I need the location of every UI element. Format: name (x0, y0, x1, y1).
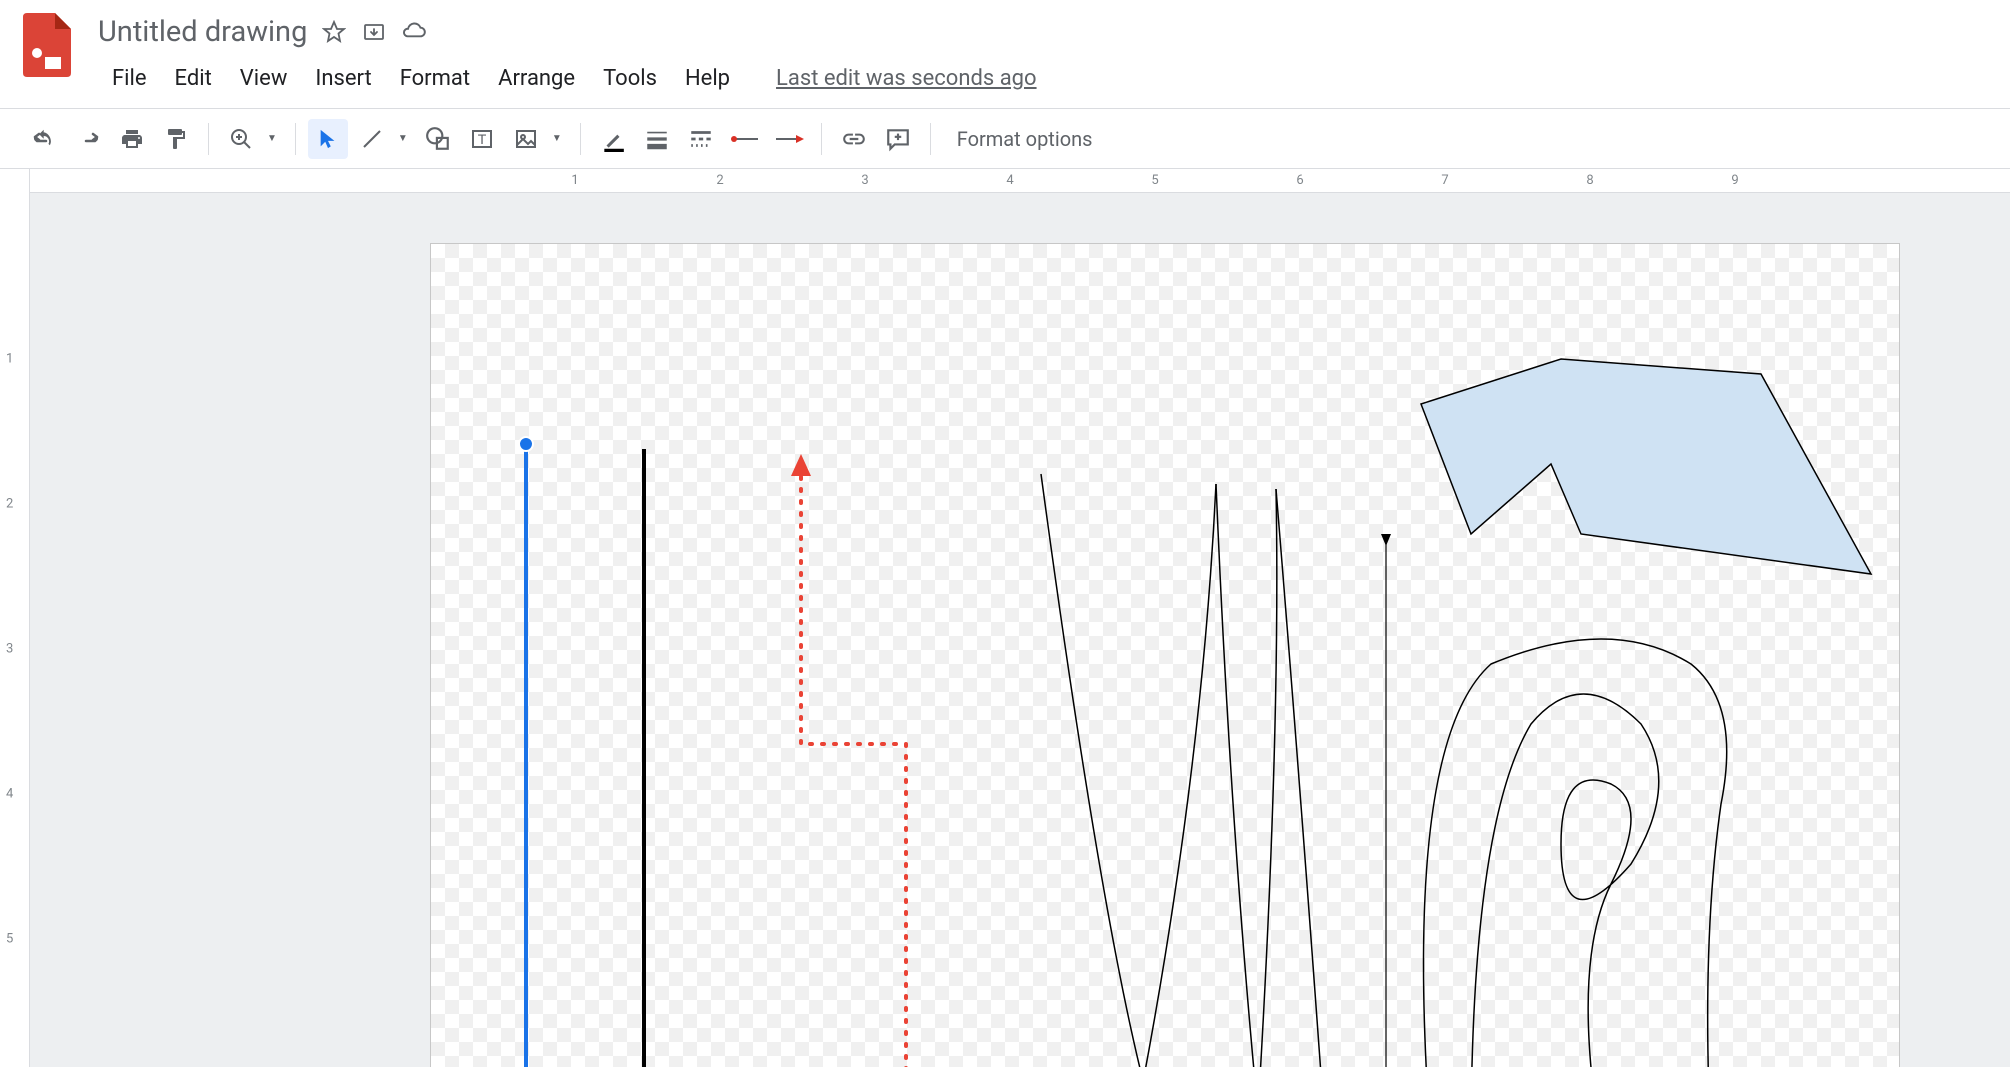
menu-format[interactable]: Format (386, 60, 484, 97)
zoom-dropdown-icon[interactable]: ▼ (261, 133, 283, 144)
drawing-content[interactable] (431, 244, 1901, 1067)
curve-shape[interactable] (1256, 489, 1277, 1067)
paint-format-button[interactable] (156, 119, 196, 159)
line-dash-button[interactable] (681, 119, 721, 159)
textbox-tool[interactable]: T (462, 119, 502, 159)
image-tool[interactable]: ▼ (506, 119, 568, 159)
workspace: 1 2 3 4 5 1 2 3 4 5 6 7 8 9 (0, 169, 2010, 1067)
menu-insert[interactable]: Insert (301, 60, 385, 97)
undo-button[interactable] (24, 119, 64, 159)
ruler-v-label: 3 (6, 642, 13, 657)
ruler-h-label: 2 (716, 173, 723, 188)
ruler-h-label: 9 (1731, 173, 1738, 188)
document-title[interactable]: Untitled drawing (98, 15, 307, 49)
toolbar-separator (295, 123, 296, 155)
canvas-scroll[interactable] (30, 193, 2010, 1067)
insert-comment-button[interactable] (878, 119, 918, 159)
polygon-shape[interactable] (1421, 359, 1871, 574)
zoom-icon[interactable] (221, 119, 261, 159)
ruler-v-label: 2 (6, 497, 13, 512)
line-icon[interactable] (352, 119, 392, 159)
ruler-v-label: 1 (6, 352, 13, 367)
insert-link-button[interactable] (834, 119, 874, 159)
line-end-button[interactable] (769, 119, 809, 159)
vertical-ruler: 1 2 3 4 5 (0, 169, 30, 1067)
cloud-icon[interactable] (401, 19, 427, 45)
star-icon[interactable] (321, 19, 347, 45)
scribble-shape[interactable] (1424, 639, 1727, 1067)
header: Untitled drawing File Edit View Insert F… (0, 0, 2010, 88)
ruler-h-label: 3 (861, 173, 868, 188)
toolbar-separator (580, 123, 581, 155)
toolbar-separator (208, 123, 209, 155)
svg-text:T: T (478, 131, 487, 147)
center-area: 1 2 3 4 5 6 7 8 9 (30, 169, 2010, 1067)
ruler-v-label: 5 (6, 932, 13, 947)
ruler-h-label: 4 (1006, 173, 1013, 188)
selection-handle[interactable] (519, 437, 533, 451)
line-tool[interactable]: ▼ (352, 119, 414, 159)
menubar: File Edit View Insert Format Arrange Too… (98, 60, 1037, 97)
format-options-button[interactable]: Format options (943, 121, 1107, 157)
ruler-h-label: 6 (1296, 173, 1303, 188)
title-area: Untitled drawing File Edit View Insert F… (98, 10, 1037, 97)
menu-tools[interactable]: Tools (589, 60, 671, 97)
line-start-button[interactable] (725, 119, 765, 159)
toolbar-separator (930, 123, 931, 155)
arrowhead-icon (1381, 534, 1391, 546)
app-logo[interactable] (20, 10, 74, 80)
ruler-h-label: 7 (1441, 173, 1448, 188)
curve-shape[interactable] (1131, 484, 1216, 1067)
menu-view[interactable]: View (226, 60, 302, 97)
line-color-button[interactable] (593, 119, 633, 159)
redo-button[interactable] (68, 119, 108, 159)
shape-tool[interactable] (418, 119, 458, 159)
zoom-tool[interactable]: ▼ (221, 119, 283, 159)
curve-shape[interactable] (1216, 484, 1261, 1067)
arrowhead-icon (791, 454, 811, 476)
toolbar: ▼ ▼ T ▼ Format optio (0, 109, 2010, 169)
curve-shape[interactable] (1041, 474, 1161, 1067)
line-weight-button[interactable] (637, 119, 677, 159)
select-tool[interactable] (308, 119, 348, 159)
image-icon[interactable] (506, 119, 546, 159)
move-icon[interactable] (361, 19, 387, 45)
menu-help[interactable]: Help (671, 60, 744, 97)
ruler-v-label: 4 (6, 787, 13, 802)
elbow-connector[interactable] (801, 469, 906, 1067)
image-dropdown-icon[interactable]: ▼ (546, 133, 568, 144)
drawing-canvas[interactable] (430, 243, 1900, 1067)
menu-arrange[interactable]: Arrange (484, 60, 589, 97)
ruler-h-label: 1 (571, 173, 578, 188)
toolbar-separator (821, 123, 822, 155)
print-button[interactable] (112, 119, 152, 159)
last-edit-link[interactable]: Last edit was seconds ago (776, 66, 1037, 91)
menu-edit[interactable]: Edit (161, 60, 226, 97)
line-dropdown-icon[interactable]: ▼ (392, 133, 414, 144)
ruler-h-label: 8 (1586, 173, 1593, 188)
horizontal-ruler: 1 2 3 4 5 6 7 8 9 (30, 169, 2010, 193)
title-row: Untitled drawing (98, 10, 1037, 54)
curve-shape[interactable] (1276, 489, 1326, 1067)
menu-file[interactable]: File (98, 60, 161, 97)
ruler-h-label: 5 (1151, 173, 1158, 188)
